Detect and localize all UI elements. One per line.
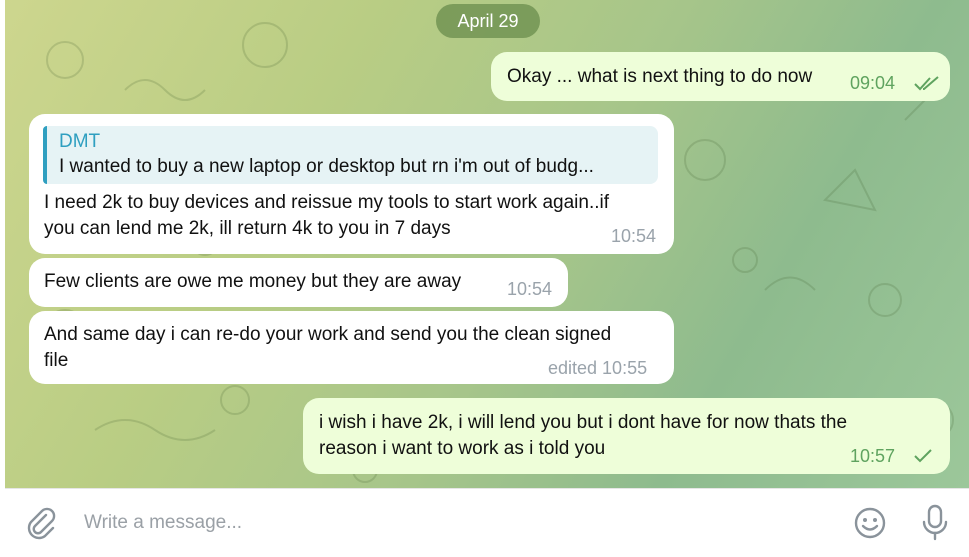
message-time: 09:04	[850, 73, 896, 93]
reply-preview-text: I wanted to buy a new laptop or desktop …	[59, 156, 594, 177]
message-text-line: reason i want to work as i told you	[319, 438, 606, 459]
message-time: 10:57	[850, 446, 896, 466]
message-text: Few clients are owe me money but they ar…	[44, 271, 462, 292]
smile-icon[interactable]	[853, 506, 887, 540]
paperclip-icon[interactable]	[24, 506, 58, 540]
message-time: 10:54	[507, 279, 553, 299]
outgoing-message[interactable]: Okay ... what is next thing to do now 09…	[491, 52, 950, 101]
incoming-message[interactable]: And same day i can re-do your work and s…	[29, 311, 674, 384]
message-time: 10:54	[611, 226, 657, 246]
incoming-message[interactable]: DMT I wanted to buy a new laptop or desk…	[29, 114, 674, 254]
incoming-message[interactable]: Few clients are owe me money but they ar…	[29, 258, 568, 307]
chat-area: April 29 Okay ... what is next thing to …	[5, 0, 969, 488]
message-text-line: you can lend me 2k, ill return 4k to you…	[44, 218, 451, 239]
message-text-line: And same day i can re-do your work and s…	[44, 324, 612, 345]
message-time: edited 10:55	[548, 358, 648, 378]
double-check-icon	[914, 76, 939, 91]
reply-quote[interactable]: DMT I wanted to buy a new laptop or desk…	[43, 126, 658, 184]
message-composer	[5, 488, 969, 557]
message-text-line: file	[44, 350, 69, 371]
message-input[interactable]	[82, 507, 826, 539]
microphone-icon[interactable]	[920, 504, 950, 542]
single-check-icon	[914, 449, 932, 463]
date-separator: April 29	[436, 4, 540, 38]
outgoing-message[interactable]: i wish i have 2k, i will lend you but i …	[303, 398, 950, 474]
message-text-line: i wish i have 2k, i will lend you but i …	[319, 412, 848, 433]
message-text-line: I need 2k to buy devices and reissue my …	[44, 192, 610, 213]
reply-sender-name: DMT	[59, 131, 101, 152]
message-text: Okay ... what is next thing to do now	[507, 66, 813, 87]
